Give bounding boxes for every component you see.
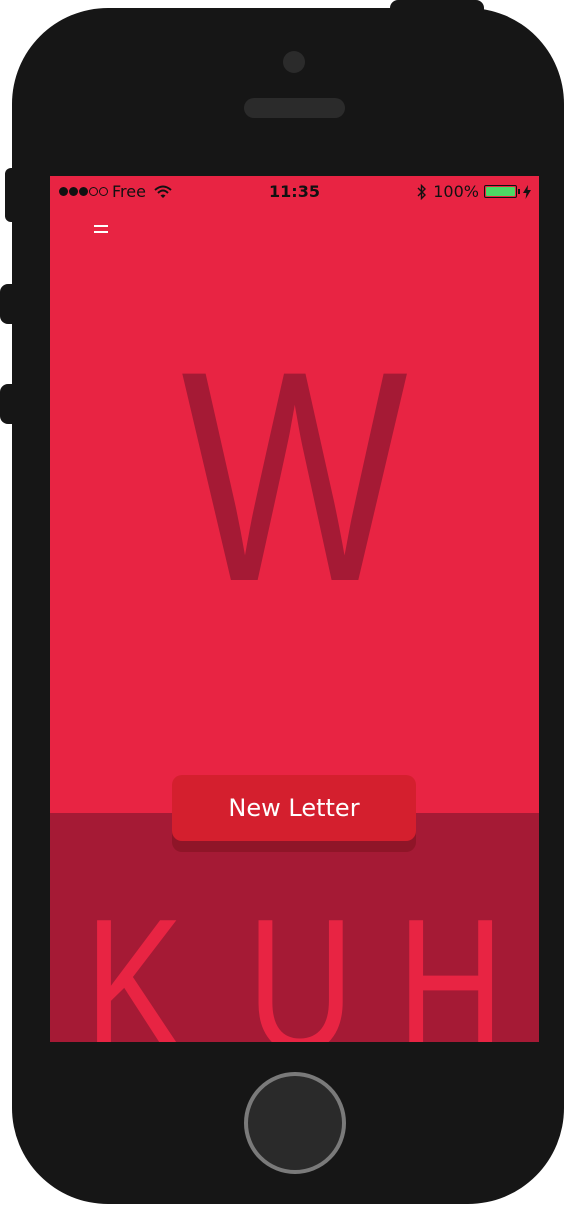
charging-bolt-icon xyxy=(523,184,531,199)
letter-choices-panel: K U H xyxy=(50,813,539,1042)
power-button[interactable] xyxy=(390,0,484,14)
volume-down-button[interactable] xyxy=(0,384,16,424)
bluetooth-icon xyxy=(417,183,427,200)
status-right: 100% xyxy=(417,182,531,201)
earpiece-speaker xyxy=(244,98,345,118)
battery-tip xyxy=(518,189,520,194)
choice-letter-2[interactable]: U xyxy=(247,891,354,1042)
hamburger-menu-icon[interactable] xyxy=(94,223,108,235)
choice-letter-3[interactable]: H xyxy=(397,891,504,1042)
letter-choices: K U H xyxy=(50,813,539,1042)
mute-switch[interactable] xyxy=(5,168,17,222)
home-button[interactable] xyxy=(244,1072,346,1174)
app-screen: Free 11:35 100% W K U H New Letter xyxy=(50,176,539,1042)
volume-up-button[interactable] xyxy=(0,284,16,324)
battery-percentage: 100% xyxy=(433,182,479,201)
current-letter: W xyxy=(181,308,408,644)
front-camera xyxy=(283,51,305,73)
status-bar: Free 11:35 100% xyxy=(50,176,539,206)
battery-level-fill xyxy=(486,187,515,196)
menu-line xyxy=(94,231,108,233)
new-letter-button[interactable]: New Letter xyxy=(172,775,416,841)
choice-letter-1[interactable]: K xyxy=(85,891,184,1042)
battery-icon xyxy=(484,185,517,198)
menu-line xyxy=(94,225,108,227)
